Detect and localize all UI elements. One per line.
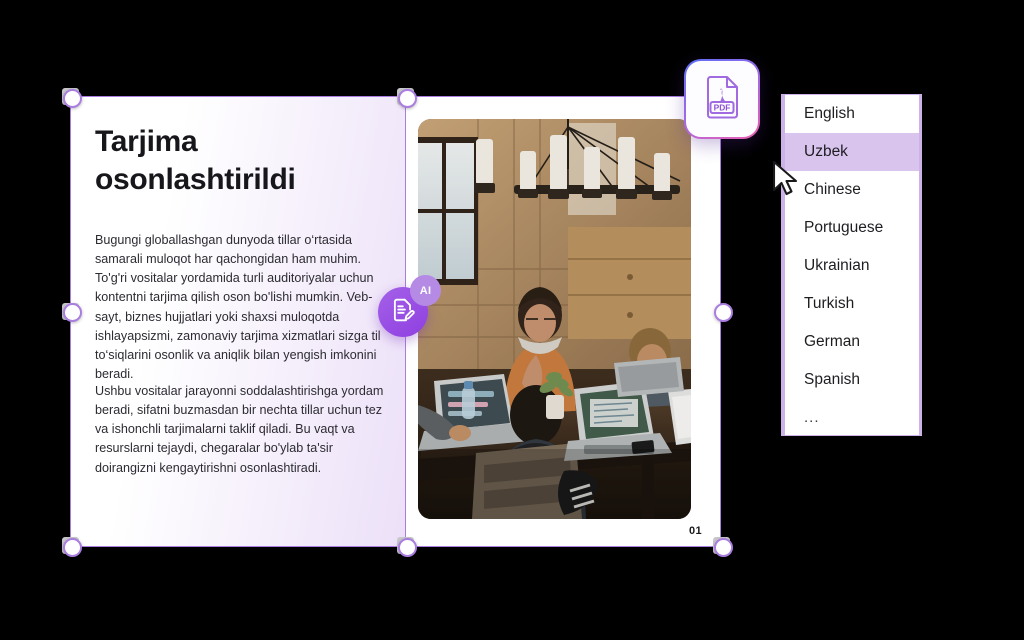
document-page-right[interactable]: 01 bbox=[405, 96, 721, 547]
page-title: Tarjima osonlashtirildi bbox=[95, 125, 296, 197]
selection-handle-middle-right[interactable] bbox=[714, 303, 733, 322]
language-option-german[interactable]: German bbox=[785, 323, 919, 361]
pdf-file-icon: PDF bbox=[701, 73, 743, 126]
document-pen-icon bbox=[390, 297, 416, 328]
document-photo bbox=[418, 119, 692, 519]
document-page-left[interactable]: Tarjima osonlashtirildi Bugungi globalla… bbox=[70, 96, 406, 547]
language-option-english[interactable]: English bbox=[785, 95, 919, 133]
selection-handle-bottom-right[interactable] bbox=[714, 538, 733, 557]
pdf-export-badge[interactable]: PDF bbox=[684, 59, 760, 139]
page-number: 01 bbox=[688, 525, 702, 537]
selection-handle-top-center[interactable] bbox=[398, 89, 417, 108]
language-option-chinese[interactable]: Chinese bbox=[785, 171, 919, 209]
body-paragraph-1: Bugungi globallashgan dunyoda tillar o‘r… bbox=[95, 233, 381, 381]
language-option-uzbek[interactable]: Uzbek bbox=[785, 133, 919, 171]
photo-image bbox=[418, 119, 692, 519]
language-option-portuguese[interactable]: Portuguese bbox=[785, 209, 919, 247]
ai-label-chip: AI bbox=[410, 275, 441, 306]
selection-handle-bottom-left[interactable] bbox=[63, 538, 82, 557]
selection-handle-bottom-center[interactable] bbox=[398, 538, 417, 557]
language-option-turkish[interactable]: Turkish bbox=[785, 285, 919, 323]
mouse-cursor-icon bbox=[771, 160, 801, 205]
svg-text:PDF: PDF bbox=[714, 102, 731, 112]
language-dropdown-menu[interactable]: English Uzbek Chinese Portuguese Ukraini… bbox=[781, 94, 922, 436]
body-paragraph-2: Ushbu vositalar jarayonni soddalashtiris… bbox=[95, 384, 384, 475]
language-option-more[interactable]: ... bbox=[785, 399, 919, 437]
pdf-badge-inner: PDF bbox=[686, 61, 758, 137]
language-option-spanish[interactable]: Spanish bbox=[785, 361, 919, 399]
ai-label: AI bbox=[419, 284, 432, 297]
selection-handle-top-left[interactable] bbox=[63, 89, 82, 108]
selection-handle-middle-left[interactable] bbox=[63, 303, 82, 322]
canvas-stage: Tarjima osonlashtirildi Bugungi globalla… bbox=[0, 0, 1024, 640]
language-option-ukrainian[interactable]: Ukrainian bbox=[785, 247, 919, 285]
